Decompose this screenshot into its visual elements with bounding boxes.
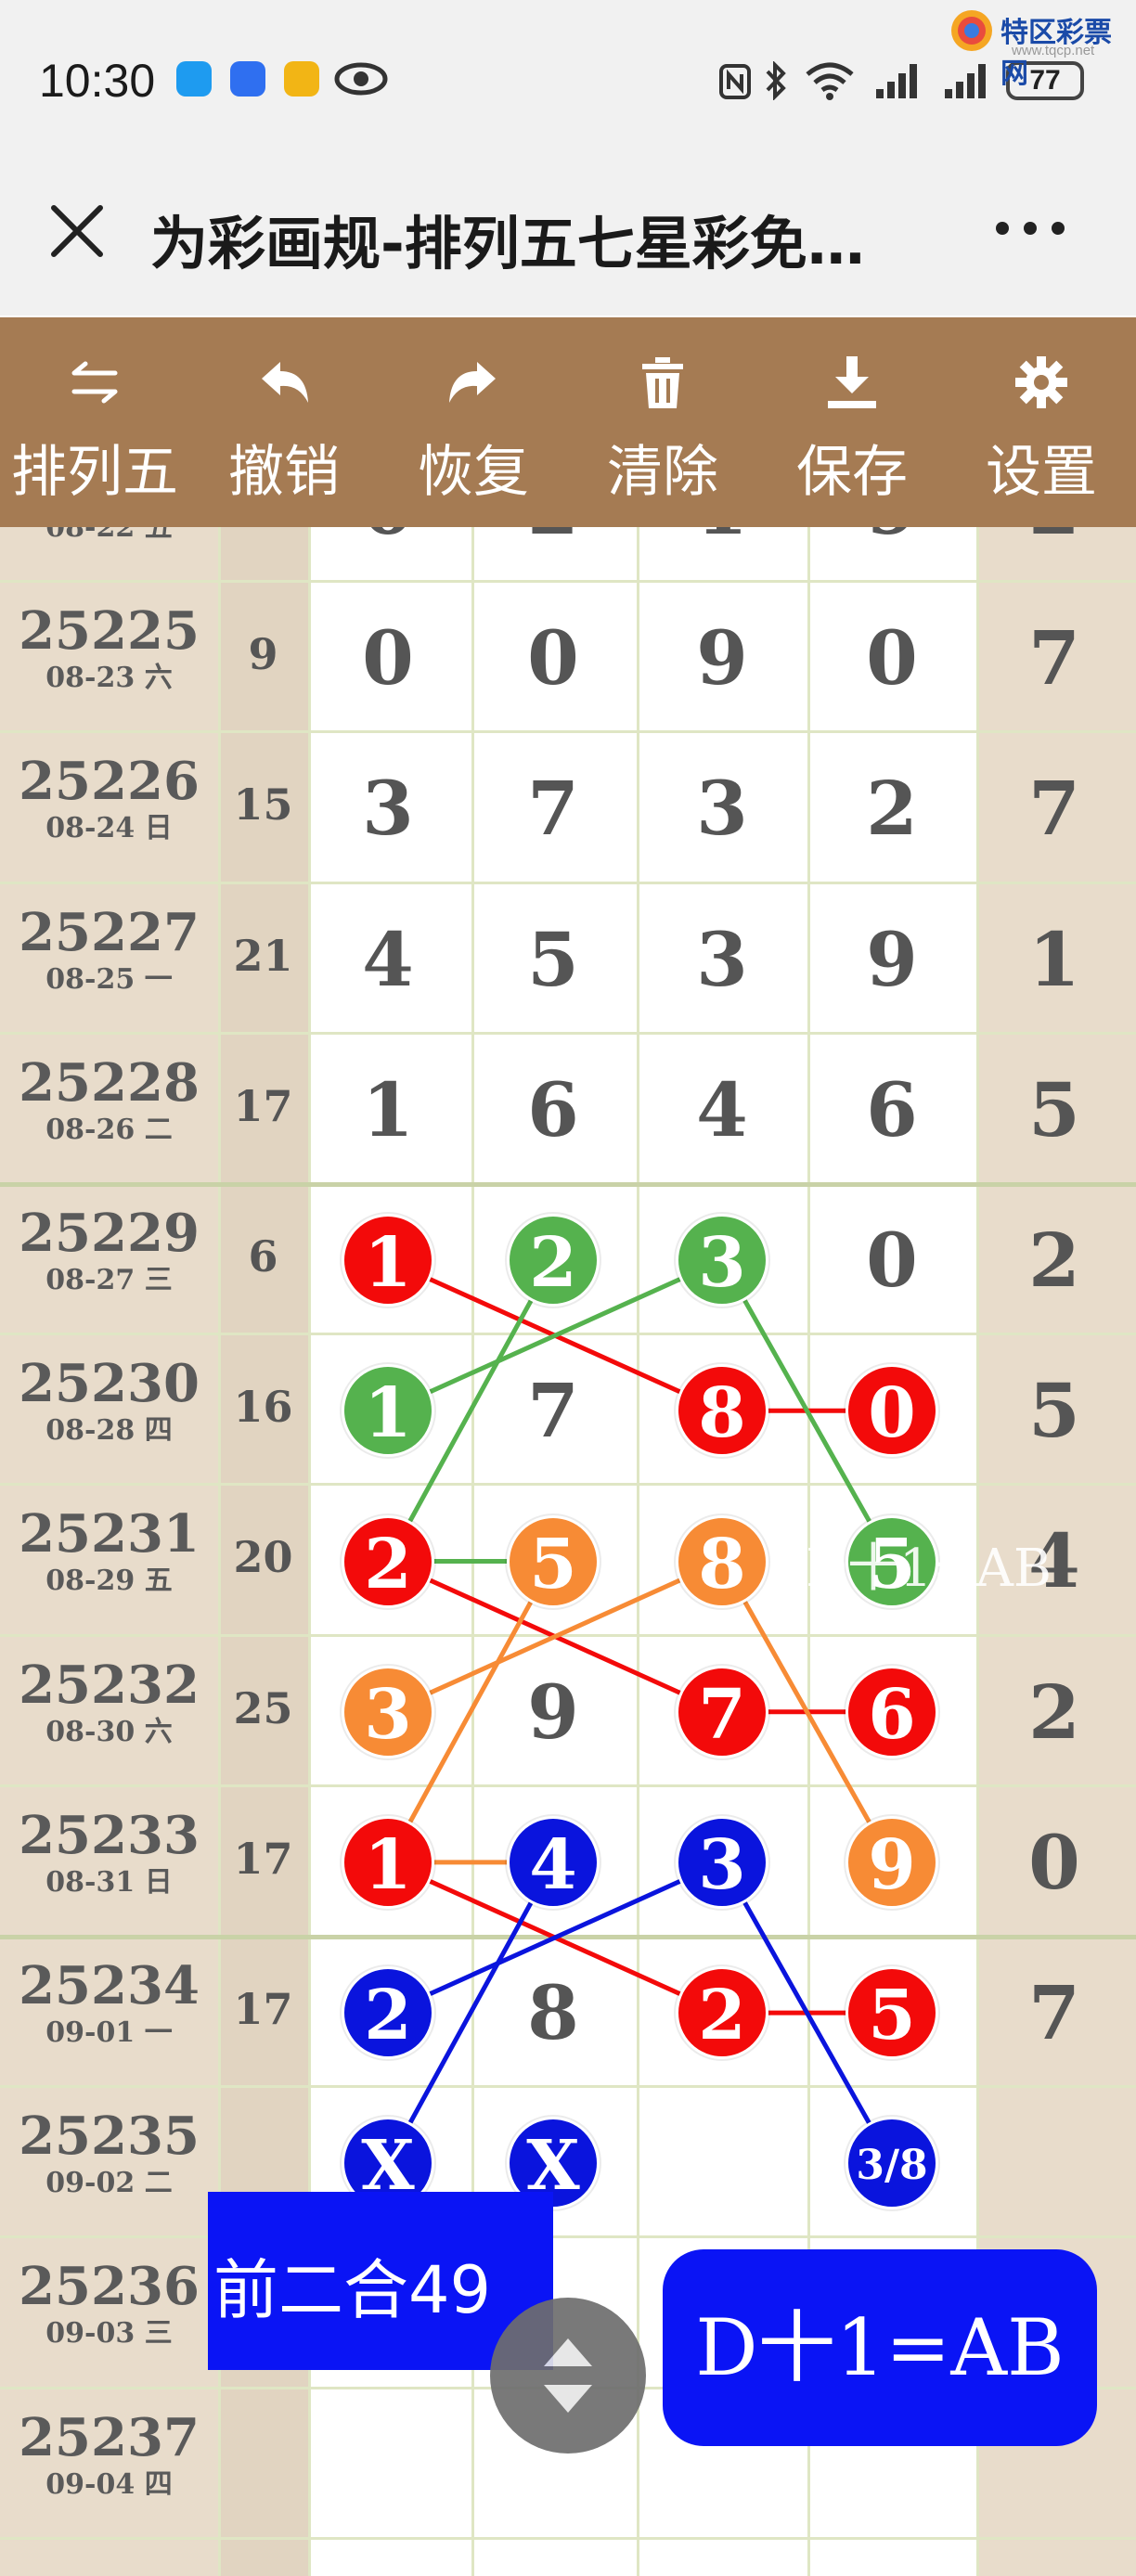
toolbar-clear-label: 清除	[607, 440, 718, 505]
up-down-arrows-icon	[544, 2338, 592, 2413]
status-time: 10:30	[39, 55, 156, 107]
number-ball[interactable]: 2	[507, 1214, 600, 1307]
toolbar-save-label: 保存	[796, 440, 908, 505]
toolbar-redo-button[interactable]: 恢复	[379, 317, 568, 527]
toolbar-game-label: 排列五	[11, 440, 178, 505]
toolbar-game-button[interactable]: 排列五	[0, 317, 189, 527]
gear-icon	[1015, 356, 1067, 408]
number-ball[interactable]: 8	[676, 1364, 768, 1458]
number-ball[interactable]: 6	[846, 1665, 938, 1758]
number-ball[interactable]: 1	[342, 1214, 434, 1307]
watermark-logo-icon	[951, 10, 992, 51]
eye-icon	[334, 62, 388, 96]
close-icon[interactable]	[48, 202, 106, 260]
number-ball[interactable]: 2	[342, 1514, 434, 1608]
toolbar-undo-label: 撤销	[228, 440, 340, 505]
toolbar-settings-button[interactable]: 设置	[947, 317, 1136, 527]
number-ball[interactable]: 7	[676, 1665, 768, 1758]
signal-icon-1	[876, 64, 917, 98]
redo-icon	[449, 362, 496, 403]
formula-note[interactable]: D十1=AB	[663, 2249, 1097, 2446]
trash-icon	[642, 357, 683, 408]
undo-icon	[262, 362, 308, 403]
number-ball[interactable]: 8	[676, 1514, 768, 1608]
toolbar-settings-label: 设置	[986, 440, 1097, 505]
number-ball[interactable]: 2	[342, 1966, 434, 2060]
app-notification-icon	[230, 61, 265, 97]
number-ball[interactable]: 0	[846, 1364, 938, 1458]
number-ball[interactable]: 3	[342, 1665, 434, 1758]
number-ball[interactable]: 3	[676, 1214, 768, 1307]
watermark-url: www.tqcp.net	[1012, 43, 1095, 58]
toolbar-redo-label: 恢复	[418, 440, 529, 505]
number-ball[interactable]: 9	[846, 1815, 938, 1909]
nfc-icon	[719, 64, 751, 99]
number-ball[interactable]: 5	[846, 1966, 938, 2060]
number-ball[interactable]: 4	[507, 1815, 600, 1909]
wifi-icon	[806, 62, 854, 100]
number-ball[interactable]: 1	[342, 1815, 434, 1909]
number-ball[interactable]: 3/8	[846, 2117, 938, 2210]
message-notification-icon	[176, 61, 212, 97]
toolbar-undo-button[interactable]: 撤销	[189, 317, 379, 527]
number-ball[interactable]: 3	[676, 1815, 768, 1909]
signal-icon-2	[945, 64, 986, 98]
page-title: 为彩画规-排列五七星彩免…	[150, 210, 865, 277]
toolbar-save-button[interactable]: 保存	[757, 317, 947, 527]
number-ball[interactable]: 1	[342, 1364, 434, 1458]
mail-notification-icon	[284, 61, 319, 97]
ghost-label: D十1=AB	[806, 1539, 1052, 1600]
scroll-toggle-button[interactable]	[490, 2298, 646, 2454]
download-icon	[828, 356, 876, 408]
toolbar-clear-button[interactable]: 清除	[568, 317, 757, 527]
more-icon[interactable]	[993, 215, 1067, 241]
swap-icon	[71, 361, 118, 404]
number-ball[interactable]: 2	[676, 1966, 768, 2060]
number-ball[interactable]: 5	[507, 1514, 600, 1608]
bluetooth-icon	[766, 61, 786, 100]
